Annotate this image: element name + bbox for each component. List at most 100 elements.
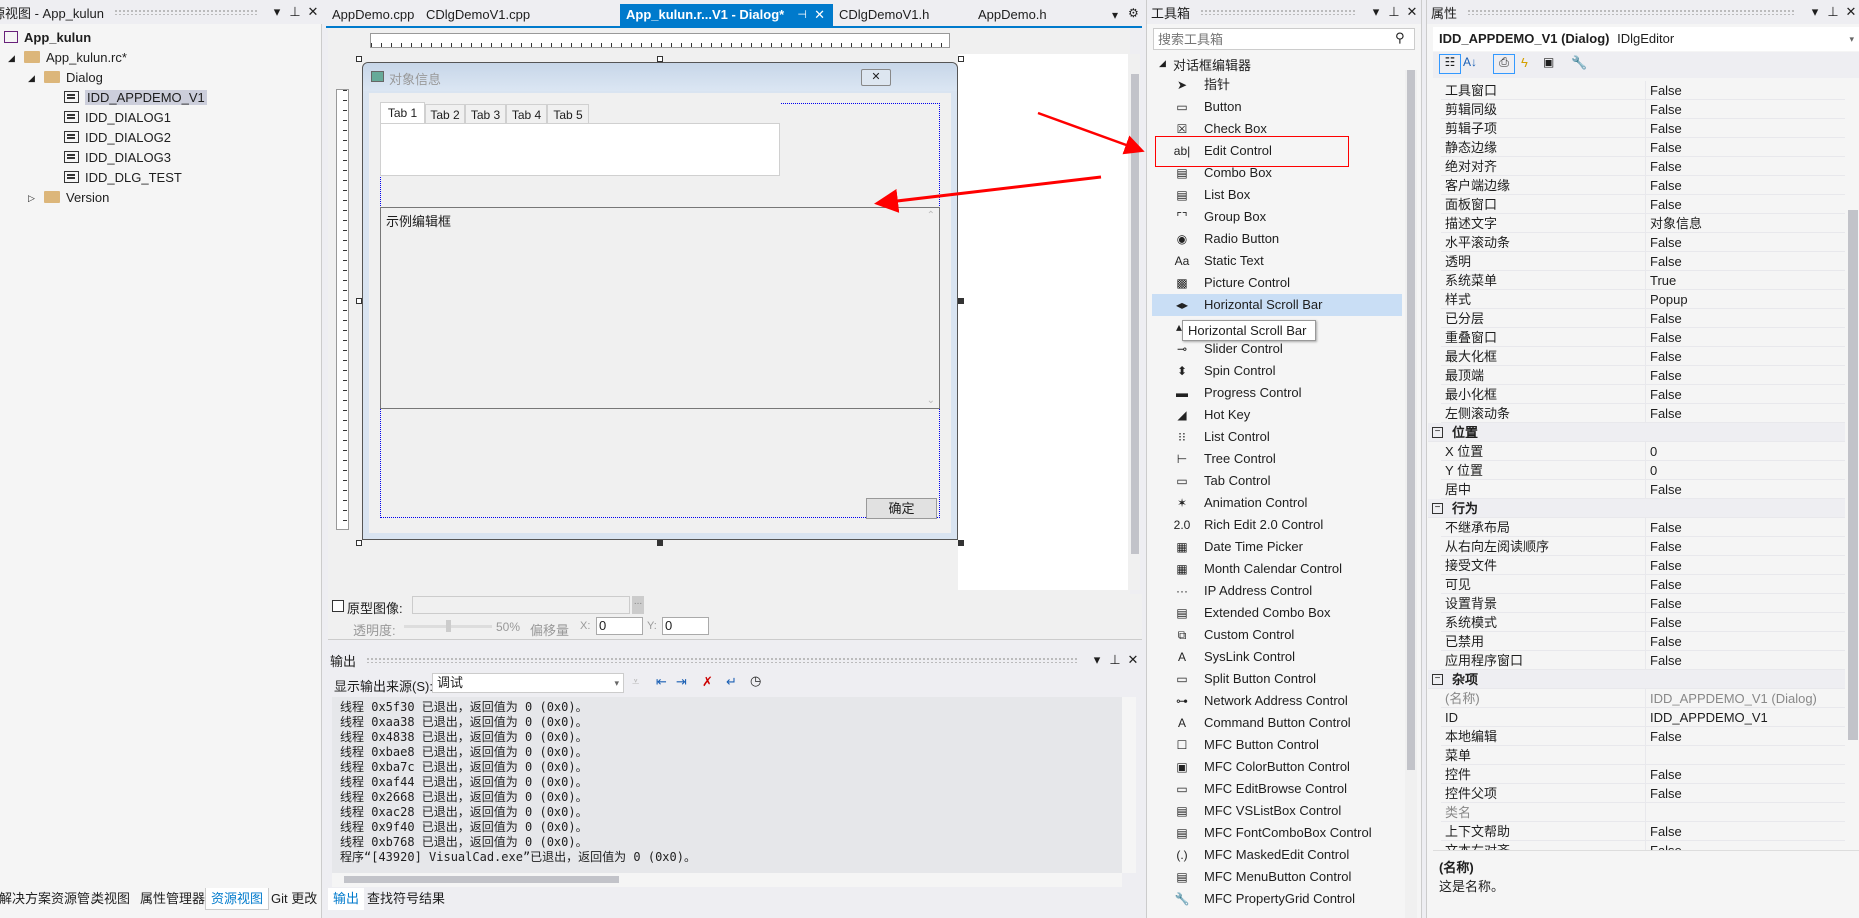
toolbox-item[interactable]: ▤ MFC MenuButton Control (1152, 866, 1402, 888)
property-value[interactable]: False (1645, 195, 1845, 214)
toolbox-vscrollbar[interactable] (1405, 70, 1417, 918)
toolbox-item[interactable]: ➤ 指针 (1152, 74, 1402, 96)
collapse-icon[interactable]: − (1432, 427, 1443, 438)
property-value[interactable]: False (1645, 252, 1845, 271)
property-row[interactable]: 透明 False (1441, 252, 1845, 271)
dropdown-icon[interactable]: ▾ (1367, 4, 1385, 20)
property-value[interactable]: False (1645, 309, 1845, 328)
output-vscrollbar[interactable] (1122, 697, 1136, 873)
property-row[interactable]: 最顶端 False (1441, 366, 1845, 385)
toolbox-item[interactable]: (.) MFC MaskedEdit Control (1152, 844, 1402, 866)
toolbox-item[interactable]: ▩ Picture Control (1152, 272, 1402, 294)
property-value[interactable]: False (1645, 328, 1845, 347)
property-value[interactable]: False (1645, 100, 1845, 119)
collapse-icon[interactable]: − (1432, 503, 1443, 514)
toolbox-item[interactable]: 2.0 Rich Edit 2.0 Control (1152, 514, 1402, 536)
property-value[interactable]: False (1645, 632, 1845, 651)
property-category[interactable]: − 行为 (1428, 499, 1845, 518)
toolbox-item[interactable]: ▭ MFC EditBrowse Control (1152, 778, 1402, 800)
property-value[interactable]: IDD_APPDEMO_V1 (Dialog) (1645, 689, 1845, 708)
toolbox-item[interactable]: ⧉ Custom Control (1152, 624, 1402, 646)
messages-icon[interactable]: ▣ (1543, 55, 1554, 69)
dropdown-icon[interactable]: ▾ (1806, 4, 1824, 20)
output-source-select[interactable]: 调试 ▾ (432, 673, 624, 693)
toolbox-item[interactable]: A SysLink Control (1152, 646, 1402, 668)
prev-message-icon[interactable]: ⇤ (656, 674, 667, 690)
toolbox-item[interactable]: ▦ Date Time Picker (1152, 536, 1402, 558)
property-value[interactable] (1645, 746, 1845, 765)
property-row[interactable]: ID IDD_APPDEMO_V1 (1441, 708, 1845, 727)
clear-all-icon[interactable]: ✗ (702, 674, 713, 690)
property-value[interactable]: False (1645, 480, 1845, 499)
property-row[interactable]: 类名 (1441, 803, 1845, 822)
property-value[interactable]: False (1645, 404, 1845, 423)
property-value[interactable]: IDD_APPDEMO_V1 (1645, 708, 1845, 727)
property-value[interactable]: False (1645, 594, 1845, 613)
browse-button[interactable]: ... (632, 596, 644, 614)
toolbox-item[interactable]: ⌜⌝ Group Box (1152, 206, 1402, 228)
object-selector[interactable]: IDD_APPDEMO_V1 (Dialog) IDlgEditor ▾ (1433, 27, 1859, 51)
property-row[interactable]: 控件 False (1441, 765, 1845, 784)
property-row[interactable]: 最大化框 False (1441, 347, 1845, 366)
property-row[interactable]: 剪辑子项 False (1441, 119, 1845, 138)
toolbox-item[interactable]: ▤ Extended Combo Box (1152, 602, 1402, 624)
pin-icon[interactable]: ⊥ (1385, 4, 1403, 20)
property-value[interactable]: False (1645, 518, 1845, 537)
drag-grip[interactable] (366, 657, 1078, 663)
property-value[interactable]: 对象信息 (1645, 214, 1845, 233)
property-row[interactable]: 描述文字 对象信息 (1441, 214, 1845, 233)
toolbox-item[interactable]: ⊸ Slider Control (1152, 338, 1402, 360)
property-value[interactable]: False (1645, 138, 1845, 157)
property-value[interactable]: 0 (1645, 442, 1845, 461)
property-value[interactable] (1645, 803, 1845, 822)
property-row[interactable]: 面板窗口 False (1441, 195, 1845, 214)
property-row[interactable]: 菜单 (1441, 746, 1845, 765)
x-offset-input[interactable]: 0 (596, 617, 643, 635)
property-value[interactable]: False (1645, 784, 1845, 803)
toolbox-item[interactable]: ⊢ Tree Control (1152, 448, 1402, 470)
toolbox-item[interactable]: ▭ Tab Control (1152, 470, 1402, 492)
toolbox-item[interactable]: ✶ Animation Control (1152, 492, 1402, 514)
timestamp-icon[interactable]: ◷ (750, 673, 761, 689)
property-row[interactable]: 从右向左阅读顺序 False (1441, 537, 1845, 556)
drag-grip[interactable] (1467, 9, 1796, 15)
prototype-checkbox[interactable] (332, 600, 344, 612)
toolbox-item[interactable]: ▬ Progress Control (1152, 382, 1402, 404)
property-row[interactable]: 应用程序窗口 False (1441, 651, 1845, 670)
property-row[interactable]: 左侧滚动条 False (1441, 404, 1845, 423)
output-hscrollbar[interactable] (332, 873, 1122, 887)
property-value[interactable]: True (1645, 271, 1845, 290)
search-icon[interactable]: ⚲ (1395, 30, 1405, 46)
property-value[interactable]: 0 (1645, 461, 1845, 480)
property-row[interactable]: 水平滚动条 False (1441, 233, 1845, 252)
toolbox-item[interactable]: ◉ Radio Button (1152, 228, 1402, 250)
property-row[interactable]: Y 位置 0 (1441, 461, 1845, 480)
toolbox-item[interactable]: ⊶ Network Address Control (1152, 690, 1402, 712)
property-value[interactable]: False (1645, 176, 1845, 195)
word-wrap-icon[interactable]: ↵ (726, 674, 737, 690)
toolbox-item[interactable]: Aa Static Text (1152, 250, 1402, 272)
next-message-icon[interactable]: ⇥ (676, 674, 687, 690)
close-icon[interactable]: ✕ (1842, 4, 1859, 20)
property-row[interactable]: 已分层 False (1441, 309, 1845, 328)
toolbox-item[interactable]: ◢ Hot Key (1152, 404, 1402, 426)
property-row[interactable]: 绝对对齐 False (1441, 157, 1845, 176)
property-row[interactable]: X 位置 0 (1441, 442, 1845, 461)
property-row[interactable]: 系统模式 False (1441, 613, 1845, 632)
property-row[interactable]: 可见 False (1441, 575, 1845, 594)
property-value[interactable]: False (1645, 651, 1845, 670)
property-row[interactable]: 上下文帮助 False (1441, 822, 1845, 841)
toolbox-item[interactable]: ☐ MFC Button Control (1152, 734, 1402, 756)
toolbox-item[interactable]: ◂▸ Horizontal Scroll Bar (1152, 294, 1402, 316)
output-bottom-tab[interactable]: 查找符号结果 (362, 888, 450, 910)
events-icon[interactable]: ϟ (1521, 55, 1528, 70)
toolbox-item[interactable]: ▣ MFC ColorButton Control (1152, 756, 1402, 778)
property-row[interactable]: 文本右对齐 False (1441, 841, 1845, 850)
property-value[interactable]: False (1645, 727, 1845, 746)
property-row[interactable]: 工具窗口 False (1441, 81, 1845, 100)
property-value[interactable]: False (1645, 765, 1845, 784)
properties-vscrollbar[interactable] (1846, 80, 1859, 850)
output-text-area[interactable]: 线程 0x5f30 已退出，返回值为 0 (0x0)。 线程 0xaa38 已退出… (332, 697, 1136, 873)
toolbox-item[interactable]: ⁝⁝ List Control (1152, 426, 1402, 448)
property-category[interactable]: − 杂项 (1428, 670, 1845, 689)
